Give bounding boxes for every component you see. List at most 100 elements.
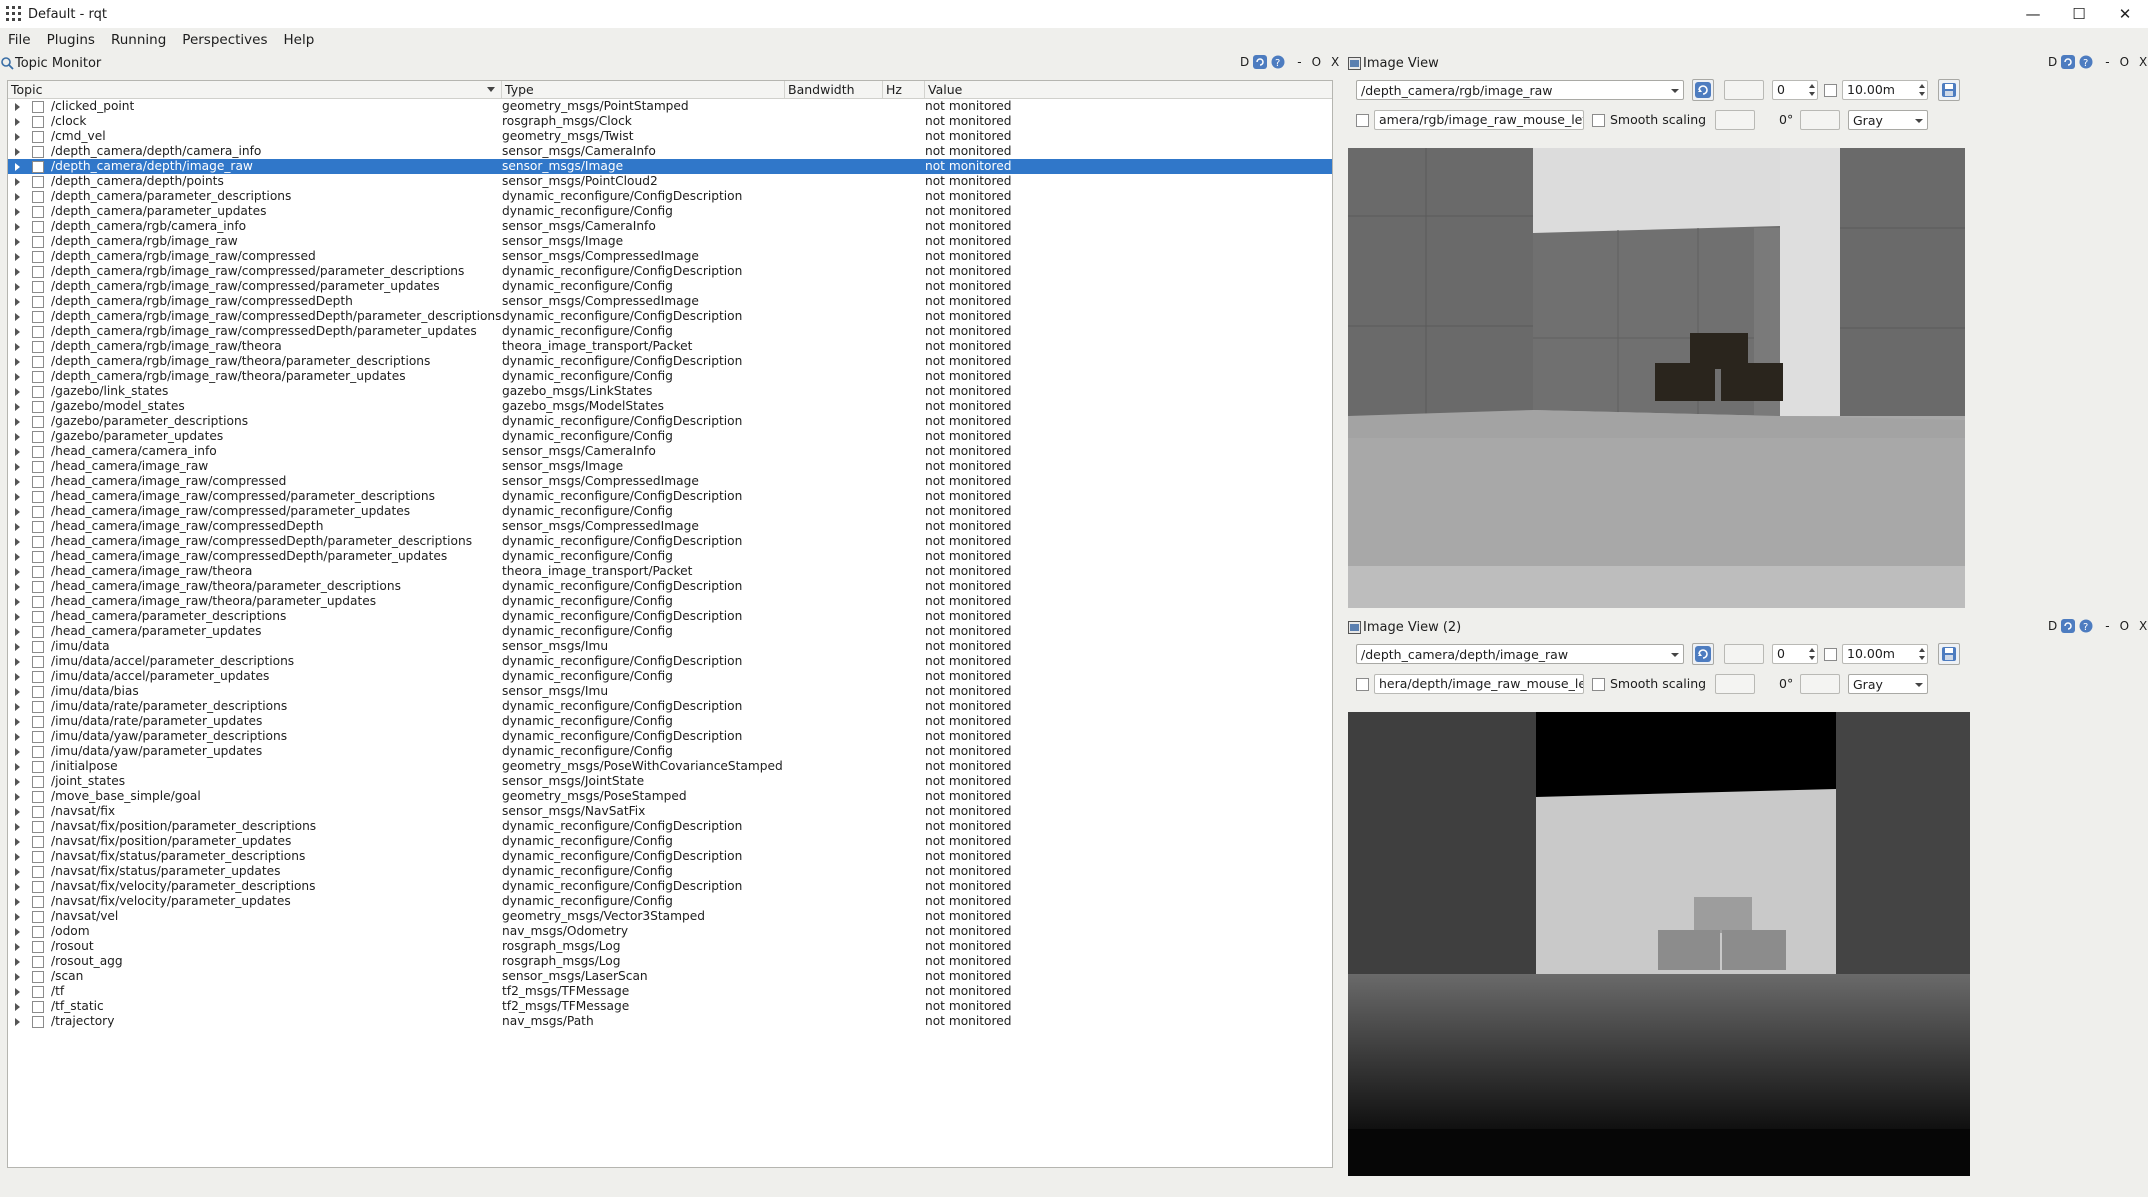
- maximize-button[interactable]: ☐: [2056, 0, 2102, 28]
- menu-file[interactable]: File: [0, 32, 39, 48]
- monitor-checkbox[interactable]: [32, 671, 44, 683]
- dock-close-button[interactable]: X: [2139, 55, 2147, 69]
- dock-minimize-button[interactable]: -: [1297, 55, 1301, 69]
- topic-row[interactable]: /gazebo/model_states gazebo_msgs/ModelSta…: [8, 399, 1332, 414]
- monitor-checkbox[interactable]: [32, 851, 44, 863]
- expand-arrow-icon[interactable]: [15, 118, 20, 126]
- expand-arrow-icon[interactable]: [15, 583, 20, 591]
- rotate-left-field[interactable]: [1715, 110, 1755, 130]
- mouse-topic-field[interactable]: hera/depth/image_raw_mouse_left: [1374, 674, 1584, 694]
- monitor-checkbox[interactable]: [32, 176, 44, 188]
- reload-icon[interactable]: [2061, 55, 2076, 69]
- monitor-checkbox[interactable]: [32, 506, 44, 518]
- topic-row[interactable]: /imu/data/rate/parameter_updates dynamic_…: [8, 714, 1332, 729]
- expand-arrow-icon[interactable]: [15, 718, 20, 726]
- expand-arrow-icon[interactable]: [15, 973, 20, 981]
- reload-icon[interactable]: [2061, 619, 2076, 633]
- column-type[interactable]: Type: [502, 81, 785, 98]
- rotate-left-field[interactable]: [1715, 674, 1755, 694]
- expand-arrow-icon[interactable]: [15, 808, 20, 816]
- monitor-checkbox[interactable]: [32, 626, 44, 638]
- topic-row[interactable]: /navsat/fix/velocity/parameter_descripti…: [8, 879, 1332, 894]
- spin-up-icon[interactable]: [1919, 84, 1925, 88]
- expand-arrow-icon[interactable]: [15, 103, 20, 111]
- dynamic-range-checkbox[interactable]: [1824, 648, 1837, 661]
- spin-down-icon[interactable]: [1809, 656, 1815, 660]
- dock-float-button[interactable]: O: [1312, 55, 1321, 69]
- monitor-checkbox[interactable]: [32, 926, 44, 938]
- expand-arrow-icon[interactable]: [15, 328, 20, 336]
- monitor-checkbox[interactable]: [32, 1001, 44, 1013]
- topic-row[interactable]: /initialpose geometry_msgs/PoseWithCovari…: [8, 759, 1332, 774]
- monitor-checkbox[interactable]: [32, 371, 44, 383]
- refresh-topics-button[interactable]: [1692, 643, 1714, 665]
- mouse-publish-checkbox[interactable]: [1356, 114, 1369, 127]
- topic-row[interactable]: /rosout_agg rosgraph_msgs/Log not monitore…: [8, 954, 1332, 969]
- topic-row[interactable]: /clicked_point geometry_msgs/PointStamped…: [8, 99, 1332, 114]
- dock-float-button[interactable]: O: [2120, 55, 2129, 69]
- monitor-checkbox[interactable]: [32, 326, 44, 338]
- topic-row[interactable]: /tf_static tf2_msgs/TFMessage not monitore…: [8, 999, 1332, 1014]
- topic-row[interactable]: /depth_camera/rgb/image_raw/theora/param…: [8, 354, 1332, 369]
- monitor-checkbox[interactable]: [32, 101, 44, 113]
- expand-arrow-icon[interactable]: [15, 208, 20, 216]
- monitor-checkbox[interactable]: [32, 476, 44, 488]
- expand-arrow-icon[interactable]: [15, 703, 20, 711]
- monitor-checkbox[interactable]: [32, 701, 44, 713]
- topic-row[interactable]: /scan sensor_msgs/LaserScan not monitored: [8, 969, 1332, 984]
- topic-row[interactable]: /head_camera/image_raw/theora theora_imag…: [8, 564, 1332, 579]
- max-range-spinbox[interactable]: 10.00m: [1842, 80, 1928, 100]
- topic-row[interactable]: /imu/data/bias sensor_msgs/Imu not monitor…: [8, 684, 1332, 699]
- expand-arrow-icon[interactable]: [15, 958, 20, 966]
- expand-arrow-icon[interactable]: [15, 748, 20, 756]
- monitor-checkbox[interactable]: [32, 191, 44, 203]
- topic-row[interactable]: /trajectory nav_msgs/Path not monitored: [8, 1014, 1332, 1029]
- monitor-checkbox[interactable]: [32, 236, 44, 248]
- monitor-checkbox[interactable]: [32, 341, 44, 353]
- topic-row[interactable]: /depth_camera/rgb/image_raw/theora theora…: [8, 339, 1332, 354]
- monitor-checkbox[interactable]: [32, 491, 44, 503]
- mouse-topic-field[interactable]: amera/rgb/image_raw_mouse_left: [1374, 110, 1584, 130]
- topic-row[interactable]: /rosout rosgraph_msgs/Log not monitored: [8, 939, 1332, 954]
- monitor-checkbox[interactable]: [32, 836, 44, 848]
- topic-row[interactable]: /gazebo/parameter_updates dynamic_reconfi…: [8, 429, 1332, 444]
- expand-arrow-icon[interactable]: [15, 898, 20, 906]
- monitor-checkbox[interactable]: [32, 431, 44, 443]
- expand-arrow-icon[interactable]: [15, 193, 20, 201]
- monitor-checkbox[interactable]: [32, 581, 44, 593]
- menu-running[interactable]: Running: [103, 32, 174, 48]
- monitor-checkbox[interactable]: [32, 596, 44, 608]
- expand-arrow-icon[interactable]: [15, 388, 20, 396]
- topic-row[interactable]: /gazebo/link_states gazebo_msgs/LinkState…: [8, 384, 1332, 399]
- expand-arrow-icon[interactable]: [15, 373, 20, 381]
- topic-row[interactable]: /head_camera/parameter_updates dynamic_re…: [8, 624, 1332, 639]
- dynamic-range-checkbox[interactable]: [1824, 84, 1837, 97]
- monitor-checkbox[interactable]: [32, 386, 44, 398]
- expand-arrow-icon[interactable]: [15, 298, 20, 306]
- expand-arrow-icon[interactable]: [15, 133, 20, 141]
- column-bandwidth[interactable]: Bandwidth: [785, 81, 883, 98]
- color-scheme-select[interactable]: Gray: [1848, 674, 1928, 694]
- help-icon[interactable]: ?: [2079, 55, 2093, 69]
- topic-row[interactable]: /clock rosgraph_msgs/Clock not monitored: [8, 114, 1332, 129]
- topic-row[interactable]: /head_camera/parameter_descriptions dynam…: [8, 609, 1332, 624]
- topic-row[interactable]: /depth_camera/depth/camera_info sensor_ms…: [8, 144, 1332, 159]
- depth-camera-image[interactable]: [1348, 712, 1970, 1176]
- monitor-checkbox[interactable]: [32, 416, 44, 428]
- expand-arrow-icon[interactable]: [15, 658, 20, 666]
- topic-row[interactable]: /navsat/fix/velocity/parameter_updates dy…: [8, 894, 1332, 909]
- expand-arrow-icon[interactable]: [15, 268, 20, 276]
- expand-arrow-icon[interactable]: [15, 778, 20, 786]
- expand-arrow-icon[interactable]: [15, 223, 20, 231]
- monitor-checkbox[interactable]: [32, 986, 44, 998]
- save-image-button[interactable]: [1938, 79, 1960, 101]
- monitor-checkbox[interactable]: [32, 161, 44, 173]
- expand-arrow-icon[interactable]: [15, 358, 20, 366]
- monitor-checkbox[interactable]: [32, 656, 44, 668]
- topic-row[interactable]: /head_camera/image_raw/compressedDepth se…: [8, 519, 1332, 534]
- topic-row[interactable]: /head_camera/image_raw/theora/parameter_…: [8, 594, 1332, 609]
- expand-arrow-icon[interactable]: [15, 1003, 20, 1011]
- topic-row[interactable]: /imu/data/rate/parameter_descriptions dyn…: [8, 699, 1332, 714]
- expand-arrow-icon[interactable]: [15, 568, 20, 576]
- monitor-checkbox[interactable]: [32, 446, 44, 458]
